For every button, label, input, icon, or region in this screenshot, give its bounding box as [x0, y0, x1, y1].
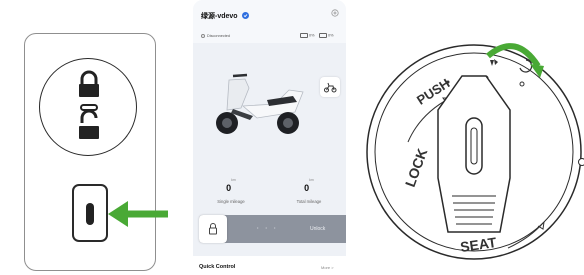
unlock-slider-handle[interactable]: [199, 215, 227, 243]
key-slot[interactable]: [72, 184, 108, 242]
swipe-hint: • • •: [257, 225, 279, 230]
battery-b: 0%: [319, 33, 334, 38]
scooter-image: [216, 73, 304, 134]
unlock-label: Unlock: [310, 226, 326, 232]
scooter-icon: [324, 82, 337, 93]
lock-closed-icon: [79, 70, 99, 97]
ignition-switch: PUSH LOCK SEAT: [366, 43, 584, 260]
connection-icon: [201, 34, 205, 38]
lock-switch-panel: [24, 33, 156, 271]
battery-a: 0%: [300, 33, 315, 38]
lock-slot-indicator: [80, 104, 98, 111]
device-name: 绿源-vdevo: [201, 11, 249, 21]
verified-icon: [241, 12, 249, 19]
quick-control-more-link[interactable]: More >: [321, 265, 334, 270]
lock-dial-glyphs: [79, 70, 99, 139]
single-mileage-stat: 0km Single mileage: [217, 178, 245, 204]
scooter-mode-button[interactable]: [320, 77, 340, 97]
quick-control-title: Quick Control: [199, 264, 236, 270]
ignition-side-notch: [578, 158, 584, 166]
phone-app-screen: 绿源-vdevo Disconnected 0% 0% 0km Single m…: [193, 0, 346, 275]
ignition-key-cover: [437, 75, 511, 233]
connection-status: Disconnected: [201, 34, 230, 38]
lock-dial: [39, 58, 137, 156]
lock-icon: [209, 223, 217, 235]
battery-icon: [300, 33, 308, 38]
green-arrow-icon: [108, 201, 168, 227]
key-slot-glyph: [86, 203, 94, 225]
battery-icon: [319, 33, 327, 38]
total-mileage-stat: 0km Total mileage: [296, 178, 322, 204]
settings-icon[interactable]: [331, 9, 339, 17]
lock-open-icon: [79, 109, 99, 139]
